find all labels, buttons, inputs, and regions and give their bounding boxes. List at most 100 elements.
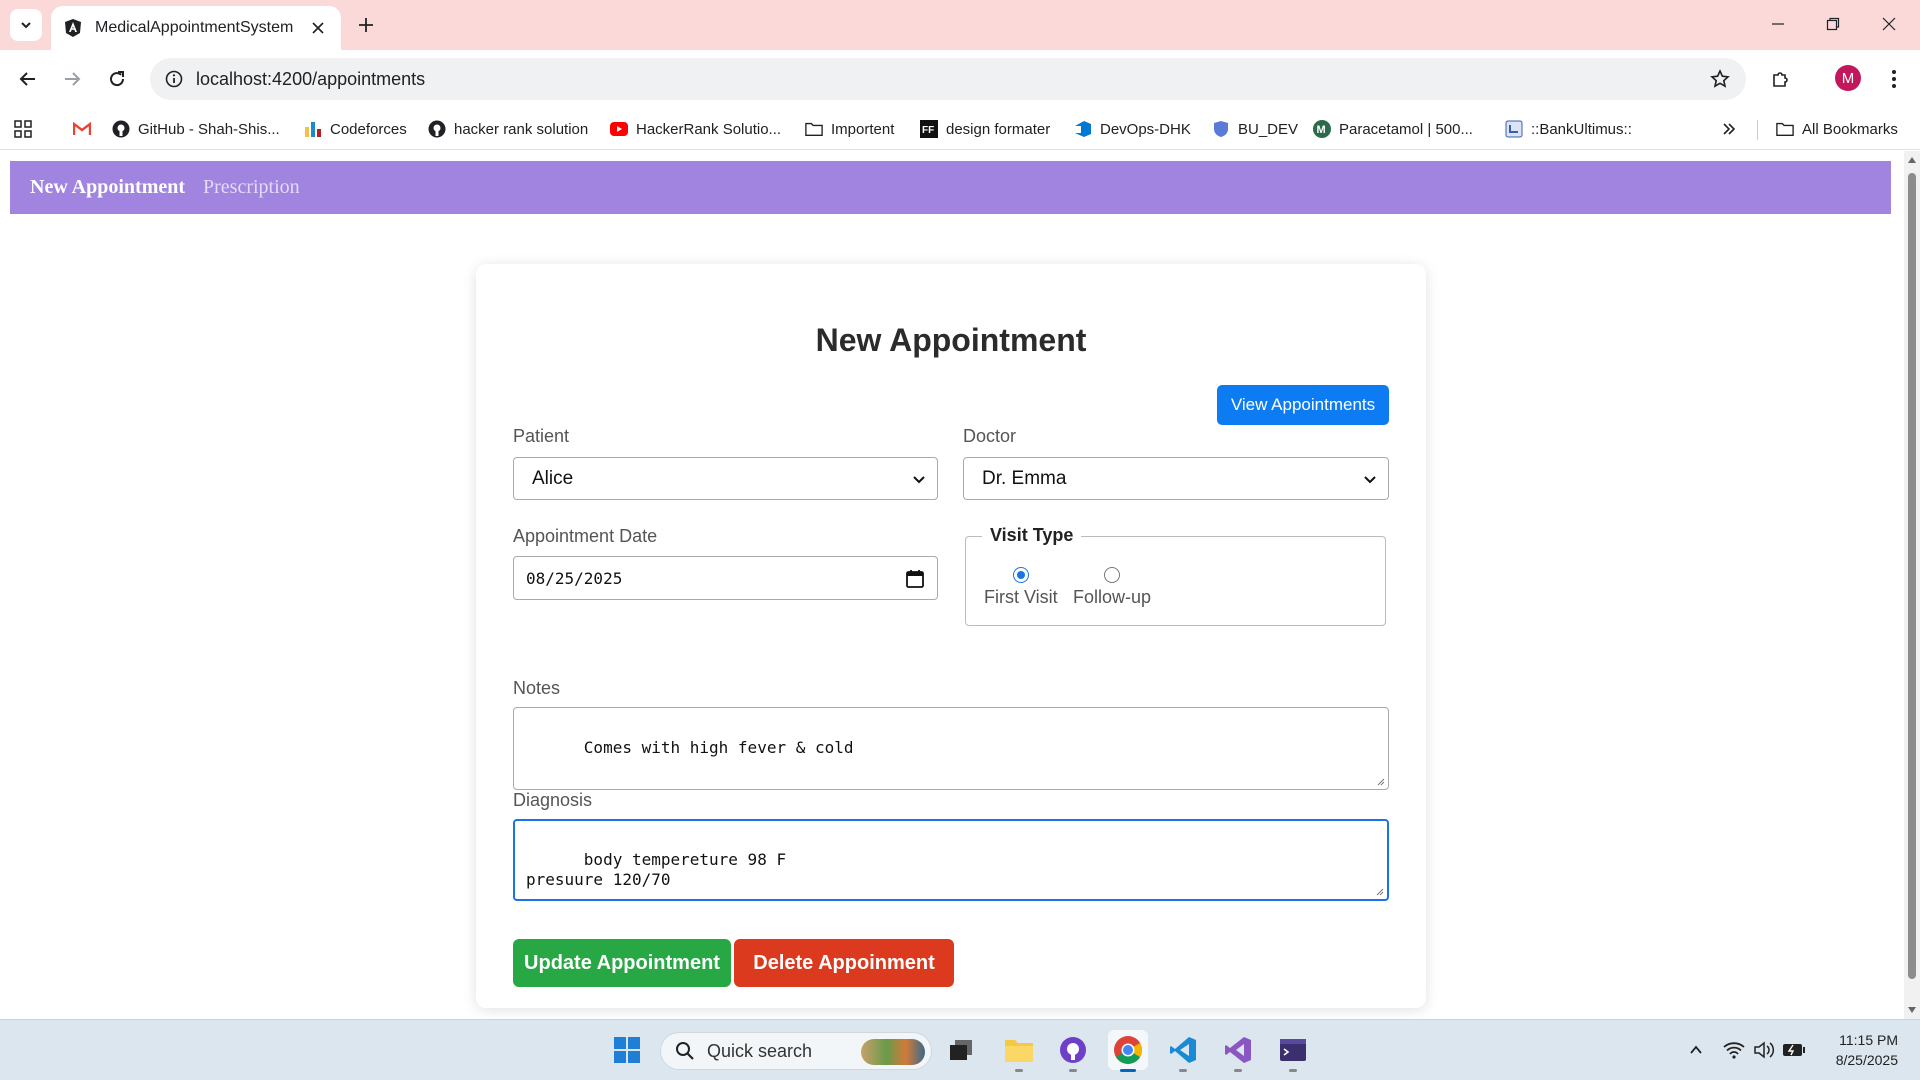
tray-volume[interactable] (1752, 1038, 1776, 1062)
site-info-icon[interactable] (162, 67, 186, 91)
all-bookmarks-label: All Bookmarks (1802, 120, 1898, 138)
github-icon (112, 120, 130, 138)
chevron-down-icon (1364, 476, 1376, 484)
nav-prescription[interactable]: Prescription (203, 176, 300, 199)
bookmark-label: Importent (831, 120, 895, 138)
bookmark-label: DevOps-DHK (1100, 120, 1191, 138)
close-tab-icon[interactable] (307, 17, 329, 39)
bookmark-label: ::BankUltimus:: (1531, 120, 1632, 138)
doctor-select[interactable]: Dr. Emma (963, 457, 1389, 500)
svg-text:M: M (1317, 124, 1326, 136)
profile-avatar[interactable]: M (1835, 65, 1861, 91)
visit-type-legend: Visit Type (982, 525, 1082, 546)
all-bookmarks-button[interactable]: All Bookmarks (1776, 117, 1898, 141)
bookmark-bu-dev[interactable]: BU_DEV (1212, 117, 1298, 141)
bookmark-label: hacker rank solution (454, 120, 589, 138)
bookmarks-overflow-button[interactable] (1720, 117, 1746, 141)
bookmark-folder-importent[interactable]: Importent (805, 117, 894, 141)
update-appointment-button[interactable]: Update Appointment (513, 939, 731, 987)
taskbar-vscode[interactable] (1163, 1030, 1203, 1072)
gmail-icon (73, 120, 91, 138)
resize-grip-icon[interactable] (1375, 776, 1385, 786)
calendar-icon[interactable] (905, 569, 925, 589)
bank-icon (1505, 120, 1523, 138)
url-text: localhost:4200/appointments (196, 69, 426, 89)
diagnosis-textarea[interactable]: body tempereture 98 F presuure 120/70 (513, 819, 1389, 901)
patient-selected-value: Alice (532, 467, 574, 489)
radio-first-visit[interactable] (1012, 567, 1029, 583)
minimize-button[interactable] (1755, 6, 1801, 42)
bookmark-codeforces[interactable]: Codeforces (304, 117, 407, 141)
bookmark-github-shah[interactable]: GitHub - Shah-Shis... (112, 117, 280, 141)
back-button[interactable] (12, 63, 44, 95)
nav-new-appointment[interactable]: New Appointment (30, 176, 185, 199)
apps-button[interactable] (14, 117, 40, 141)
notes-textarea[interactable]: Comes with high fever & cold (513, 707, 1389, 790)
taskbar-file-explorer[interactable] (999, 1030, 1039, 1072)
visual-studio-icon (1225, 1037, 1251, 1063)
view-appointments-button[interactable]: View Appointments (1217, 385, 1389, 425)
github-icon (428, 120, 446, 138)
page-scrollbar[interactable] (1904, 151, 1920, 1019)
bookmark-devops-dhk[interactable]: DevOps-DHK (1074, 117, 1191, 141)
bookmark-paracetamol[interactable]: M Paracetamol | 500... (1313, 117, 1473, 141)
address-bar[interactable]: localhost:4200/appointments (150, 58, 1746, 100)
bookmark-star-icon[interactable] (1708, 67, 1732, 91)
reload-button[interactable] (101, 63, 133, 95)
taskbar-visual-studio[interactable] (1218, 1030, 1258, 1072)
medex-icon: M (1313, 120, 1331, 138)
visit-option-first[interactable]: First Visit (984, 567, 1058, 608)
youtube-icon (610, 120, 628, 138)
bookmark-label: HackerRank Solutio... (636, 120, 782, 138)
visit-option-followup[interactable]: Follow-up (1073, 567, 1151, 608)
restore-button[interactable] (1810, 6, 1856, 42)
taskbar-chrome[interactable] (1108, 1030, 1148, 1072)
wifi-icon (1723, 1042, 1745, 1059)
extensions-button[interactable] (1765, 63, 1797, 95)
patient-label: Patient (513, 426, 570, 446)
new-tab-button[interactable] (352, 11, 380, 39)
scroll-up-arrow-icon[interactable] (1907, 155, 1917, 165)
bookmark-label: BU_DEV (1238, 120, 1299, 138)
taskbar-task-view[interactable] (941, 1030, 981, 1070)
bookmark-hacker-rank-solution[interactable]: hacker rank solution (428, 117, 588, 141)
taskbar-clock[interactable]: 11:15 PM 8/25/2025 (1818, 1030, 1898, 1070)
terminal-icon (1280, 1039, 1306, 1061)
tray-battery[interactable] (1782, 1038, 1806, 1062)
forward-button[interactable] (56, 63, 88, 95)
tray-overflow-button[interactable] (1684, 1038, 1708, 1062)
browser-menu-button[interactable] (1878, 63, 1910, 95)
folder-icon (1776, 120, 1794, 138)
resize-grip-icon[interactable] (1374, 886, 1384, 896)
date-value: 08/25/2025 (526, 568, 623, 588)
bookmark-hackerrank-youtube[interactable]: HackerRank Solutio... (610, 117, 781, 141)
scrollbar-thumb[interactable] (1908, 173, 1916, 979)
search-icon (676, 1042, 694, 1060)
browser-tab-active[interactable]: MedicalAppointmentSystem (51, 6, 341, 50)
bookmark-bankultimus[interactable]: ::BankUltimus:: (1505, 117, 1632, 141)
taskbar-github-desktop[interactable] (1053, 1030, 1093, 1072)
radio-label-follow-up: Follow-up (1073, 587, 1152, 607)
visit-type-fieldset: Visit Type First Visit Follow-up (965, 525, 1386, 626)
page-title: New Appointment (815, 322, 1087, 358)
delete-appointment-button[interactable]: Delete Appoinment (734, 939, 954, 987)
close-window-button[interactable] (1866, 6, 1912, 42)
tray-wifi[interactable] (1722, 1038, 1746, 1062)
taskbar-terminal[interactable] (1273, 1030, 1313, 1072)
folder-icon (805, 120, 823, 138)
chrome-icon (1114, 1036, 1142, 1064)
appointment-date-input[interactable]: 08/25/2025 (513, 556, 938, 600)
app-navbar: New Appointment Prescription (10, 161, 1891, 214)
svg-text:FF: FF (922, 125, 934, 136)
radio-follow-up[interactable] (1104, 567, 1121, 583)
minimize-icon (1772, 23, 1784, 25)
tab-search-button[interactable] (10, 9, 42, 41)
start-button[interactable] (607, 1030, 647, 1070)
bookmark-design-formater[interactable]: FF design formater (920, 117, 1050, 141)
bookmark-gmail[interactable] (73, 117, 99, 141)
patient-select[interactable]: Alice (513, 457, 938, 500)
diagnosis-text: body tempereture 98 F presuure 120/70 (526, 850, 787, 889)
puzzle-icon (1773, 72, 1788, 87)
taskbar-search[interactable]: Quick search (660, 1032, 932, 1070)
scroll-down-arrow-icon[interactable] (1907, 1005, 1917, 1015)
